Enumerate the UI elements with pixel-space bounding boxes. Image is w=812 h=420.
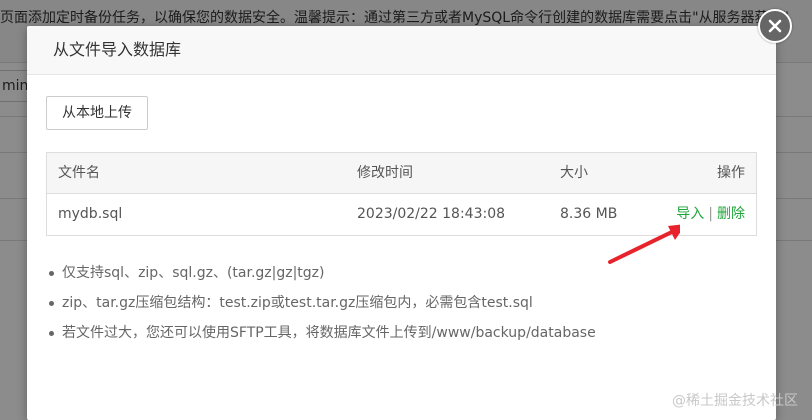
action-separator: | [708,206,713,222]
tip-text: zip、tar.gz压缩包结构：test.zip或test.tar.gz压缩包内… [62,295,533,311]
import-link[interactable]: 导入 [676,206,704,222]
close-icon[interactable] [758,9,792,43]
tip-text: 仅支持sql、zip、sql.gz、(tar.gz|gz|tgz) [62,265,325,281]
dialog-header: 从文件导入数据库 [27,26,776,75]
file-name-cell: mydb.sql [58,206,123,222]
tip-text: 若文件过大，您还可以使用SFTP工具，将数据库文件上传到/www/backup/… [62,325,596,341]
delete-link[interactable]: 删除 [717,206,745,222]
annotation-arrow-icon [608,224,680,264]
column-header-modified: 修改时间 [357,165,413,181]
watermark: @稀土掘金技术社区 [672,393,798,409]
column-header-size: 大小 [560,165,588,181]
bullet-icon [49,331,54,336]
bullet-icon [49,301,54,306]
upload-local-button[interactable]: 从本地上传 [46,96,148,130]
column-header-filename: 文件名 [58,165,100,181]
file-actions-cell: 导入 | 删除 [676,194,745,234]
file-modified-cell: 2023/02/22 18:43:08 [357,206,506,222]
import-tips-list: 仅支持sql、zip、sql.gz、(tar.gz|gz|tgz) zip、ta… [46,258,746,348]
close-x-glyph [768,19,782,33]
list-item: zip、tar.gz压缩包结构：test.zip或test.tar.gz压缩包内… [46,288,746,318]
table-header: 文件名 修改时间 大小 操作 [47,153,756,194]
bullet-icon [49,271,54,276]
list-item: 若文件过大，您还可以使用SFTP工具，将数据库文件上传到/www/backup/… [46,318,746,348]
dialog-title: 从文件导入数据库 [53,40,182,59]
column-header-actions: 操作 [717,165,745,181]
